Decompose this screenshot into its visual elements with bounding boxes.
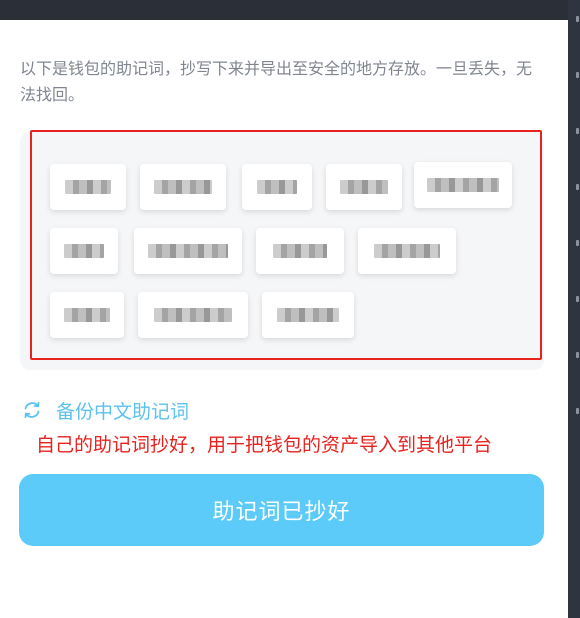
mnemonic-backup-panel: 以下是钱包的助记词，抄写下来并导出至安全的地方存放。一旦丢失，无法找回。 备份中… <box>0 20 568 618</box>
top-bar <box>0 0 568 20</box>
highlight-frame <box>30 130 542 360</box>
refresh-icon <box>24 401 40 419</box>
backup-chinese-mnemonic-link[interactable]: 备份中文助记词 <box>22 398 190 423</box>
annotation-text: 自己的助记词抄好，用于把钱包的资产导入到其他平台 <box>36 434 493 456</box>
backup-chinese-label: 备份中文助记词 <box>56 400 190 423</box>
background-window-edge <box>568 0 580 618</box>
mnemonic-copied-button[interactable]: 助记词已抄好 <box>19 474 544 546</box>
intro-text: 以下是钱包的助记词，抄写下来并导出至安全的地方存放。一旦丢失，无法找回。 <box>20 59 533 104</box>
